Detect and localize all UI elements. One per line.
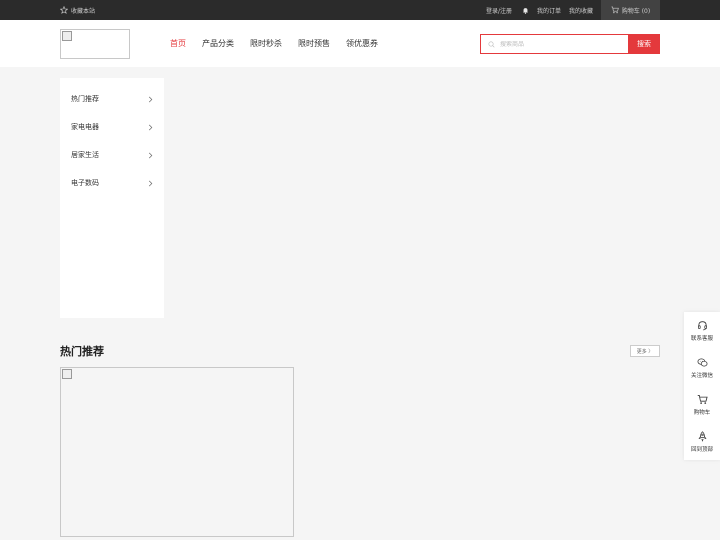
top-cart-label: 购物车 (0) [621, 7, 651, 15]
category-label: 居家生活 [71, 151, 99, 159]
headset-icon [697, 320, 707, 330]
favorite-site-link[interactable]: 收藏本站 [60, 0, 95, 20]
my-orders-link[interactable]: 我的订单 [537, 6, 561, 15]
nav-presale[interactable]: 限时预售 [298, 38, 330, 49]
favorite-label: 收藏本站 [71, 7, 96, 15]
site-header: 首页 产品分类 限时秒杀 限时预售 领优惠券 搜索 [0, 20, 720, 67]
search-bar: 搜索 [480, 34, 660, 54]
search-icon [488, 41, 495, 48]
my-favorites-link[interactable]: 我的收藏 [569, 6, 593, 15]
category-label: 热门推荐 [71, 95, 99, 103]
product-image[interactable] [60, 367, 294, 537]
category-item-appliances[interactable]: 家电电器 [60, 113, 164, 141]
category-label: 电子数码 [71, 179, 99, 187]
chevron-right-icon [148, 124, 153, 130]
login-register-link[interactable]: 登录/注册 [486, 6, 512, 15]
category-menu: 热门推荐 家电电器 居家生活 电子数码 [60, 78, 164, 318]
search-box [480, 34, 628, 54]
nav-coupons[interactable]: 领优惠券 [346, 38, 378, 49]
main-nav: 首页 产品分类 限时秒杀 限时预售 领优惠券 [170, 20, 394, 67]
float-toolbar: 联系客服 关注微信 购物车 回到顶部 [684, 312, 720, 460]
category-label: 家电电器 [71, 123, 99, 131]
cart-icon [697, 394, 708, 404]
category-item-hot[interactable]: 热门推荐 [60, 85, 164, 113]
top-cart-button[interactable]: 购物车 (0) [601, 0, 660, 20]
category-item-digital[interactable]: 电子数码 [60, 169, 164, 197]
nav-flash-sale[interactable]: 限时秒杀 [250, 38, 282, 49]
notification-button[interactable] [522, 7, 529, 14]
contact-service-button[interactable]: 联系客服 [684, 312, 720, 349]
float-label: 关注微信 [690, 372, 713, 379]
chevron-right-icon [148, 180, 153, 186]
follow-wechat-button[interactable]: 关注微信 [684, 349, 720, 386]
search-button[interactable]: 搜索 [628, 34, 660, 54]
bell-icon [522, 7, 528, 14]
rocket-icon [698, 430, 706, 442]
cart-icon [611, 6, 619, 14]
chevron-right-icon [148, 152, 153, 158]
wechat-icon [697, 357, 707, 366]
top-bar: 收藏本站 登录/注册 我的订单 我的收藏 购物车 (0) [0, 0, 720, 20]
nav-home[interactable]: 首页 [170, 38, 186, 49]
section-title: 热门推荐 [60, 345, 104, 358]
search-input[interactable] [500, 40, 620, 48]
category-item-home-living[interactable]: 居家生活 [60, 141, 164, 169]
nav-categories[interactable]: 产品分类 [202, 38, 234, 49]
star-icon [60, 6, 68, 14]
float-cart-button[interactable]: 购物车 [684, 386, 720, 423]
float-label: 购物车 [693, 409, 711, 416]
site-logo[interactable] [60, 29, 130, 59]
float-label: 回到顶部 [690, 446, 713, 453]
chevron-right-icon [148, 96, 153, 102]
more-button[interactable]: 更多 〉 [630, 345, 660, 357]
float-label: 联系客服 [690, 335, 713, 342]
back-to-top-button[interactable]: 回到顶部 [684, 423, 720, 460]
